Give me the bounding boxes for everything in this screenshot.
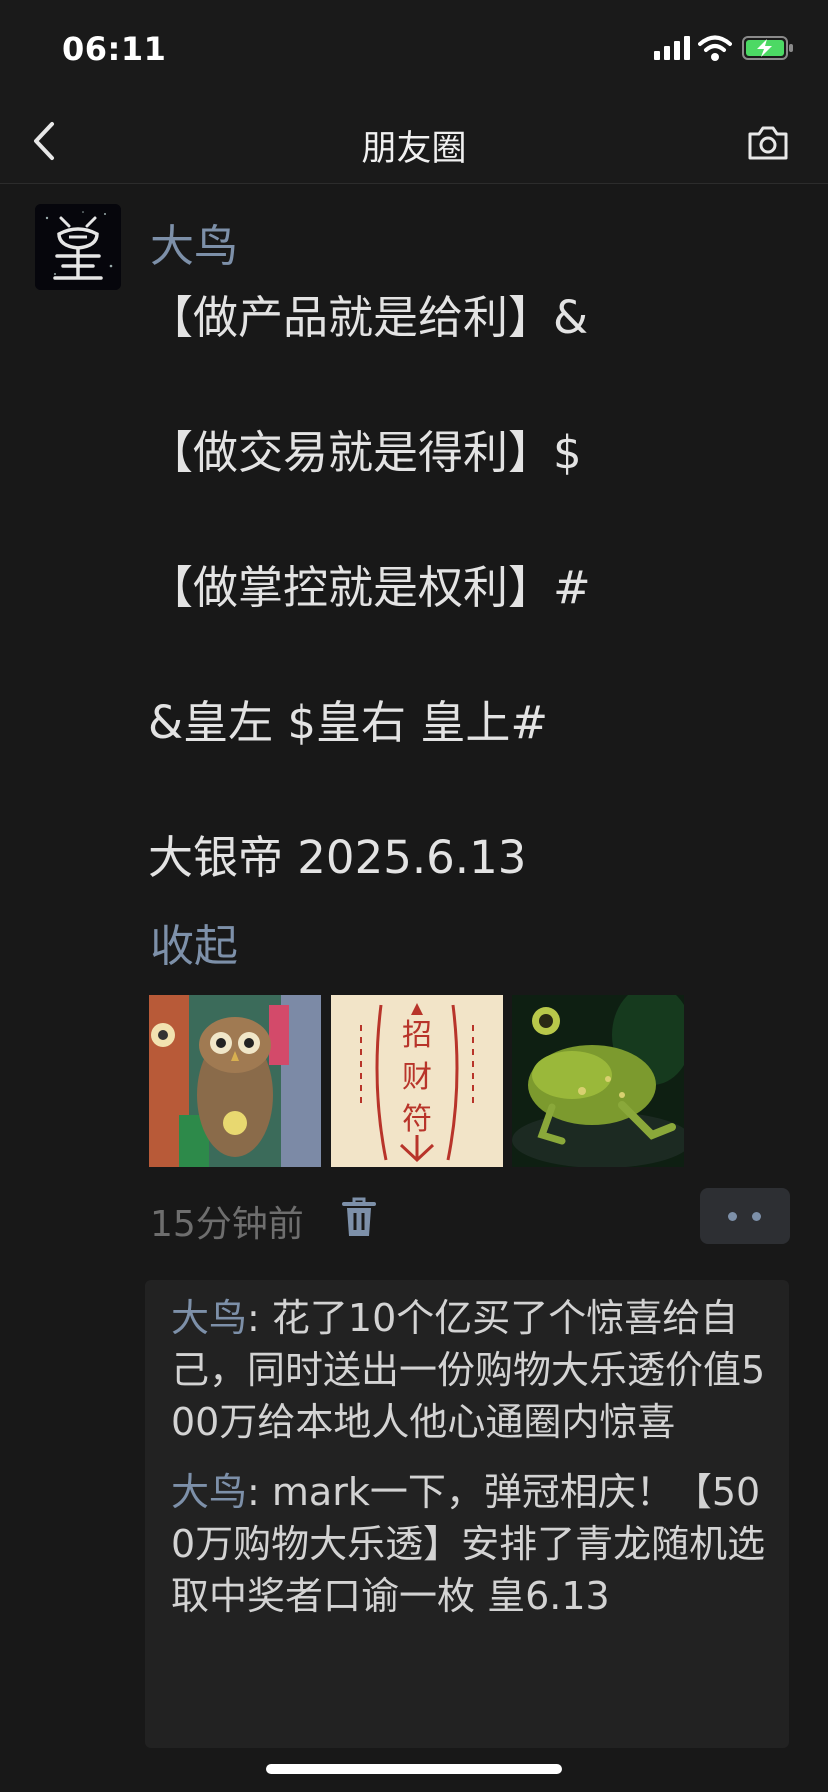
home-indicator[interactable] — [266, 1764, 562, 1774]
status-time: 06:11 — [62, 30, 167, 68]
svg-text:财: 财 — [402, 1060, 432, 1095]
svg-text:符: 符 — [402, 1102, 432, 1137]
comments-panel: 大鸟: 花了10个亿买了个惊喜给自己，同时送出一份购物大乐透价值500万给本地人… — [145, 1280, 789, 1748]
comment-separator: : — [247, 1470, 272, 1514]
svg-text:招: 招 — [402, 1018, 432, 1053]
post-author[interactable]: 大鸟 — [150, 210, 238, 274]
more-icon — [728, 1212, 737, 1221]
post-line: &皇左 $皇右 皇上# — [148, 696, 549, 749]
post-photo-talisman[interactable]: 招 财 符 — [331, 995, 503, 1167]
trash-icon[interactable] — [342, 1196, 376, 1238]
post-photo-frog[interactable] — [512, 995, 684, 1167]
comment-author[interactable]: 大鸟 — [171, 1296, 247, 1340]
wifi-icon — [698, 35, 732, 61]
avatar[interactable] — [35, 204, 121, 290]
post-content: 【做产品就是给利】& 【做交易就是得利】$ 【做掌控就是权利】# &皇左 $皇右… — [148, 288, 788, 963]
post-line: 【做交易就是得利】$ — [148, 426, 582, 479]
nav-bar: 朋友圈 — [0, 100, 828, 184]
post-line: 【做掌控就是权利】# — [148, 561, 591, 614]
page-title: 朋友圈 — [361, 129, 467, 169]
collapse-link[interactable]: 收起 — [150, 910, 238, 974]
comment-item[interactable]: 大鸟: 花了10个亿买了个惊喜给自己，同时送出一份购物大乐透价值500万给本地人… — [171, 1292, 775, 1448]
post-time: 15分钟前 — [150, 1204, 304, 1245]
signal-icon — [654, 36, 690, 60]
post-line: 大银帝 2025.6.13 — [148, 831, 527, 884]
comment-author[interactable]: 大鸟 — [171, 1470, 247, 1514]
camera-icon[interactable] — [746, 122, 790, 162]
comment-item[interactable]: 大鸟: mark一下，弹冠相庆！【500万购物大乐透】安排了青龙随机选取中奖者口… — [171, 1466, 775, 1622]
battery-charging-icon — [742, 36, 793, 60]
comment-separator: : — [247, 1296, 272, 1340]
post-line: 【做产品就是给利】& — [148, 291, 589, 344]
post-photo-owl[interactable] — [149, 995, 321, 1167]
status-bar: 06:11 — [0, 0, 828, 100]
more-button[interactable] — [700, 1188, 790, 1244]
